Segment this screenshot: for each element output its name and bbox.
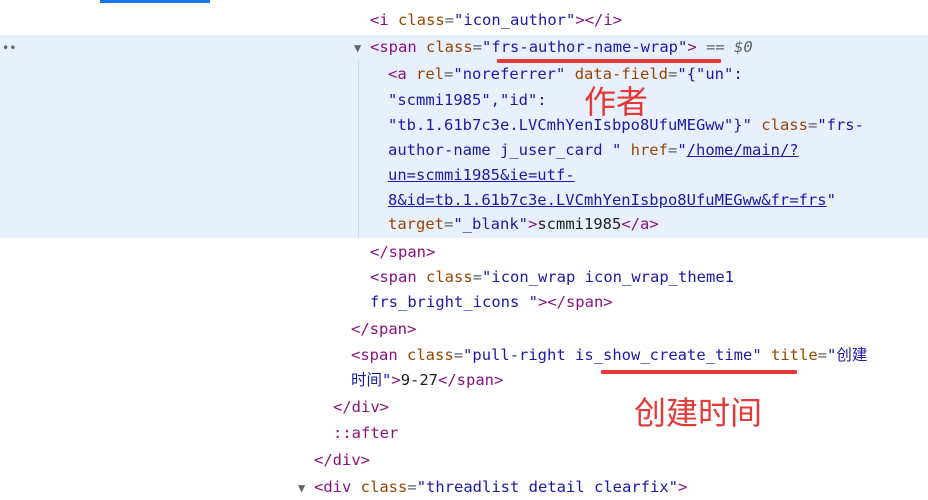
dom-node-span-close[interactable]: </span>	[370, 240, 435, 265]
red-underline-create-time	[601, 370, 797, 374]
tag-close: </div>	[333, 398, 389, 416]
attr-name: class	[407, 346, 454, 364]
attr-name: title	[771, 346, 818, 364]
tag-close: </div>	[314, 451, 370, 469]
attr-name: data-field	[574, 65, 669, 83]
dom-node-anchor-line-5: un=scmmi1985&ie=utf-	[388, 163, 575, 188]
dom-node-anchor-line-6: 8&id=tb.1.61b7c3e.LVCmhYenIsbpo8UfuMEGww…	[388, 188, 836, 213]
attr-value: "_blank"	[453, 215, 528, 233]
tag-close: >	[677, 478, 688, 496]
attr-value: "tb.1.61b7c3e.LVCmhYenIsbpo8UfuMEGww"}"	[388, 116, 752, 134]
attr-value: author-name j_user_card "	[388, 141, 622, 159]
pseudo-element: ::after	[333, 424, 399, 442]
attr-value: "scmmi1985","id":	[388, 91, 547, 109]
attr-value: 时间"	[351, 371, 392, 389]
attr-name: class	[761, 116, 808, 134]
attr-value: frs_bright_icons "	[370, 293, 538, 311]
tag-close: ></span>	[537, 293, 613, 311]
more-options-icon[interactable]: ••	[2, 41, 16, 55]
anchor-text: scmmi1985	[537, 215, 622, 233]
href-link[interactable]: /home/main/?	[687, 141, 799, 159]
attr-value: "{"un":	[677, 65, 743, 83]
tag-close: >	[687, 38, 697, 56]
tag-open: <span	[351, 346, 398, 364]
tag-open: <span	[370, 268, 417, 286]
attr-value-highlight: is_show_create_time	[575, 346, 753, 364]
tag-close: </span>	[438, 371, 504, 389]
attr-value: frs-author-name-wrap	[491, 38, 679, 56]
attr-name: class	[426, 268, 473, 286]
tag-open: <a	[388, 65, 407, 83]
attr-name: rel	[416, 65, 445, 83]
dom-node-icon-wrap-line-2: frs_bright_icons "></span>	[370, 290, 613, 315]
tag-close: </span>	[370, 243, 436, 261]
dom-node-pull-right-line-1[interactable]: <span class="pull-right is_show_create_t…	[351, 343, 867, 368]
attr-value: "icon_wrap icon_wrap_theme1	[482, 268, 734, 286]
expand-triangle-icon[interactable]: ▼	[298, 481, 305, 495]
attr-value: "创建	[827, 346, 868, 364]
annotation-author: 作者	[584, 83, 649, 121]
dom-node-anchor-line-1[interactable]: <a rel="noreferrer" data-field="{"un":	[388, 62, 743, 87]
tag-open: <span	[370, 38, 417, 56]
elements-panel: <i class="icon_author"></i> •• ▼ <span c…	[0, 0, 928, 496]
dom-node-anchor-line-4: author-name j_user_card " href="/home/ma…	[388, 141, 799, 159]
attr-quote: "	[482, 38, 492, 56]
equals-marker: ==	[706, 38, 725, 56]
span-text: 9-27	[400, 371, 439, 389]
dom-node-author-wrap[interactable]: <span class="frs-author-name-wrap"> == $…	[370, 35, 753, 60]
dom-node-span-close-2[interactable]: </span>	[351, 317, 416, 342]
dom-node-threadlist[interactable]: <div class="threadlist detail clearfix">	[314, 475, 687, 500]
attr-name: href	[630, 141, 668, 159]
attr-name: class	[360, 478, 408, 496]
top-highlight-bar	[100, 0, 210, 3]
indent-guide	[358, 60, 359, 237]
attr-value: "threadlist detail clearfix"	[416, 478, 678, 496]
dom-node-pull-right-line-2: 时间">9-27</span>	[351, 371, 504, 389]
attr-quote: "	[826, 191, 836, 209]
dom-node-after-pseudo[interactable]: ::after	[333, 421, 398, 446]
selected-node-marker: $0	[734, 38, 753, 56]
tag-close: </a>	[621, 215, 659, 233]
tag-close: </span>	[351, 320, 417, 338]
attr-quote: "	[752, 346, 762, 364]
tag-open: <div	[314, 478, 352, 496]
attr-name: class	[398, 11, 445, 29]
dom-node-icon-wrap-line-1[interactable]: <span class="icon_wrap icon_wrap_theme1	[370, 265, 734, 290]
dom-node-div-close-1[interactable]: </div>	[333, 395, 389, 420]
dom-node-anchor-line-2: "scmmi1985","id":	[388, 88, 547, 113]
dom-node-div-close-2[interactable]: </div>	[314, 448, 370, 473]
tag-close: ></i>	[575, 11, 623, 29]
attr-value: "frs-	[817, 116, 864, 134]
attr-value: "pull-right	[463, 346, 576, 364]
attr-name: target	[388, 215, 444, 233]
href-link[interactable]: 8&id=tb.1.61b7c3e.LVCmhYenIsbpo8UfuMEGww…	[388, 191, 827, 209]
annotation-create-time: 创建时间	[634, 394, 763, 432]
tag-open: <i	[370, 11, 389, 29]
attr-name: class	[426, 38, 473, 56]
dom-node-icon-author[interactable]: <i class="icon_author"></i>	[370, 8, 622, 33]
attr-quote: "	[678, 38, 688, 56]
attr-quote: "	[677, 141, 687, 159]
href-link[interactable]: un=scmmi1985&ie=utf-	[388, 166, 575, 184]
attr-value: "icon_author"	[454, 11, 576, 29]
dom-node-anchor-line-7: target="_blank">scmmi1985</a>	[388, 215, 659, 233]
attr-value: "noreferrer"	[453, 65, 566, 83]
expand-triangle-icon[interactable]: ▼	[354, 41, 361, 55]
